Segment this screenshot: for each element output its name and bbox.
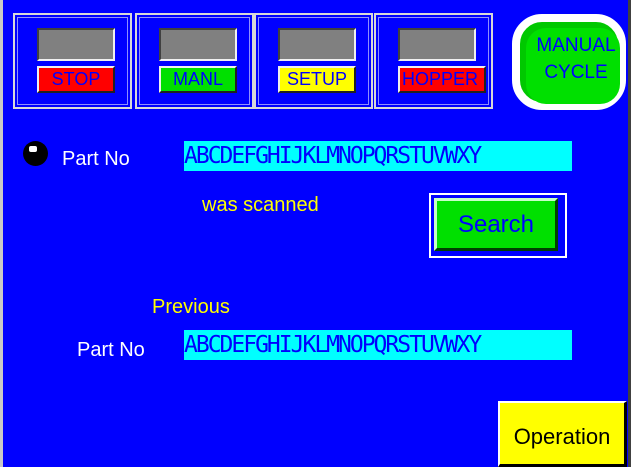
stop-button[interactable]: STOP bbox=[13, 13, 132, 109]
part-no-label: Part No bbox=[62, 148, 130, 170]
setup-label: SETUP bbox=[278, 66, 356, 93]
frame-left-edge bbox=[0, 0, 3, 467]
hopper-label: HOPPER bbox=[398, 66, 486, 93]
scan-status-indicator bbox=[23, 141, 48, 166]
manual-mode-label: MANL bbox=[159, 66, 237, 93]
manual-cycle-line2: CYCLE bbox=[544, 62, 608, 83]
previous-part-no-label: Part No bbox=[77, 339, 145, 361]
stop-label: STOP bbox=[37, 66, 115, 93]
manual-cycle-line1: MANUAL bbox=[536, 35, 616, 56]
previous-heading: Previous bbox=[152, 296, 230, 318]
manual-indicator-lamp bbox=[159, 28, 237, 61]
search-button-label: Search bbox=[434, 198, 558, 251]
scanned-part-no-field: ABCDEFGHIJKLMNOPQRSTUVWXY bbox=[184, 141, 572, 171]
stop-indicator-lamp bbox=[37, 28, 115, 61]
manual-mode-button[interactable]: MANL bbox=[135, 13, 254, 109]
setup-indicator-lamp bbox=[278, 28, 356, 61]
previous-part-no-field: ABCDEFGHIJKLMNOPQRSTUVWXY bbox=[184, 330, 572, 360]
manual-cycle-label: MANUAL CYCLE bbox=[528, 32, 624, 86]
manual-cycle-button[interactable]: MANUAL CYCLE bbox=[512, 14, 626, 110]
hopper-button[interactable]: HOPPER bbox=[374, 13, 493, 109]
search-button[interactable]: Search bbox=[429, 193, 567, 258]
scan-status-text: was scanned bbox=[202, 194, 319, 216]
hopper-indicator-lamp bbox=[398, 28, 476, 61]
operation-button[interactable]: Operation bbox=[498, 401, 627, 467]
setup-button[interactable]: SETUP bbox=[254, 13, 373, 109]
hmi-screen: STOP MANL SETUP HOPPER MANUAL CYCLE Part… bbox=[0, 0, 631, 467]
